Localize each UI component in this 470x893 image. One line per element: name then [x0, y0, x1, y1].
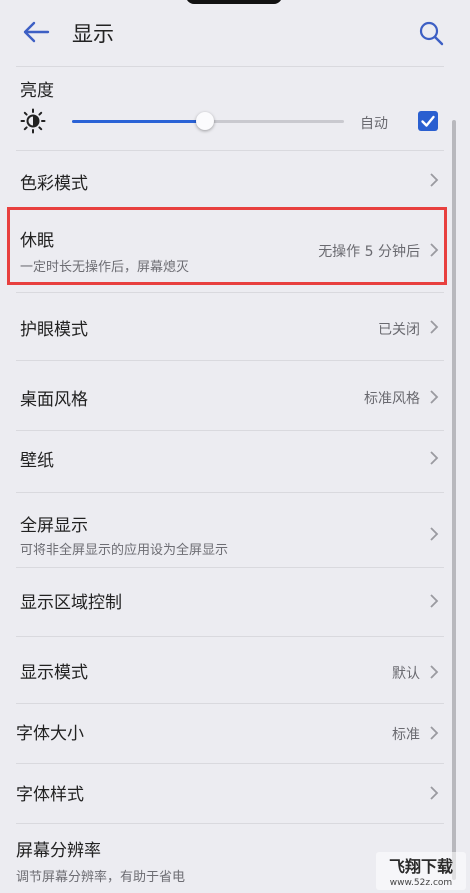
- settings-item-display-mode[interactable]: 显示模式 默认: [0, 637, 456, 703]
- chevron-right-icon: [430, 527, 439, 541]
- back-arrow-icon[interactable]: [22, 20, 50, 44]
- settings-item-wallpaper[interactable]: 壁纸: [0, 431, 456, 487]
- chevron-right-icon: [430, 451, 439, 465]
- svg-text:飞翔下载: 飞翔下载: [389, 857, 453, 876]
- highlight-box: [7, 207, 447, 285]
- chevron-right-icon: [430, 173, 439, 187]
- settings-item-label: 桌面风格: [20, 390, 88, 410]
- divider: [16, 66, 444, 67]
- settings-item-value: 已关闭: [378, 322, 420, 338]
- settings-item-full-screen[interactable]: 全屏显示 可将非全屏显示的应用设为全屏显示: [0, 493, 456, 565]
- settings-item-label: 屏幕分辨率: [16, 841, 101, 861]
- brightness-slider[interactable]: [72, 112, 344, 130]
- chevron-right-icon: [430, 786, 439, 800]
- settings-item-color-mode[interactable]: 色彩模式: [0, 151, 456, 207]
- settings-item-label: 全屏显示: [20, 516, 88, 536]
- scrollbar[interactable]: [452, 120, 456, 880]
- svg-text:www.52z.com: www.52z.com: [390, 878, 452, 888]
- site-watermark-logo: 飞翔下载 www.52z.com: [376, 852, 466, 890]
- brightness-slider-thumb[interactable]: [196, 112, 215, 130]
- chevron-right-icon: [430, 390, 439, 404]
- checkmark-icon: [421, 115, 435, 127]
- search-icon[interactable]: [418, 20, 444, 46]
- settings-item-label: 字体样式: [16, 785, 84, 805]
- brightness-sun-icon: [20, 108, 46, 134]
- settings-item-display-area[interactable]: 显示区域控制: [0, 568, 456, 632]
- settings-item-font-style[interactable]: 字体样式: [0, 764, 456, 820]
- settings-item-value: 标准风格: [364, 391, 420, 407]
- settings-item-home-style[interactable]: 桌面风格 标准风格: [0, 361, 456, 431]
- auto-brightness-label: 自动: [360, 116, 388, 132]
- settings-item-description: 调节屏幕分辨率，有助于省电: [16, 870, 186, 885]
- chevron-right-icon: [430, 594, 439, 608]
- settings-item-label: 字体大小: [16, 724, 84, 744]
- settings-item-value: 标准: [392, 727, 420, 743]
- settings-item-value: 默认: [392, 666, 420, 682]
- chevron-right-icon: [430, 665, 439, 679]
- settings-item-label: 显示模式: [20, 663, 88, 683]
- settings-item-eye-comfort[interactable]: 护眼模式 已关闭: [0, 293, 456, 359]
- auto-brightness-checkbox[interactable]: [418, 111, 438, 131]
- settings-item-description: 可将非全屏显示的应用设为全屏显示: [20, 543, 229, 558]
- settings-item-label: 显示区域控制: [20, 593, 122, 613]
- page-title: 显示: [72, 22, 114, 46]
- brightness-label: 亮度: [20, 81, 54, 101]
- app-header: 显示: [0, 0, 470, 66]
- brightness-slider-fill: [72, 120, 206, 123]
- chevron-right-icon: [430, 320, 439, 334]
- chevron-right-icon: [430, 726, 439, 740]
- settings-item-label: 护眼模式: [20, 320, 88, 340]
- settings-item-label: 色彩模式: [20, 174, 88, 194]
- settings-item-font-size[interactable]: 字体大小 标准: [0, 704, 456, 762]
- settings-item-label: 壁纸: [20, 451, 54, 471]
